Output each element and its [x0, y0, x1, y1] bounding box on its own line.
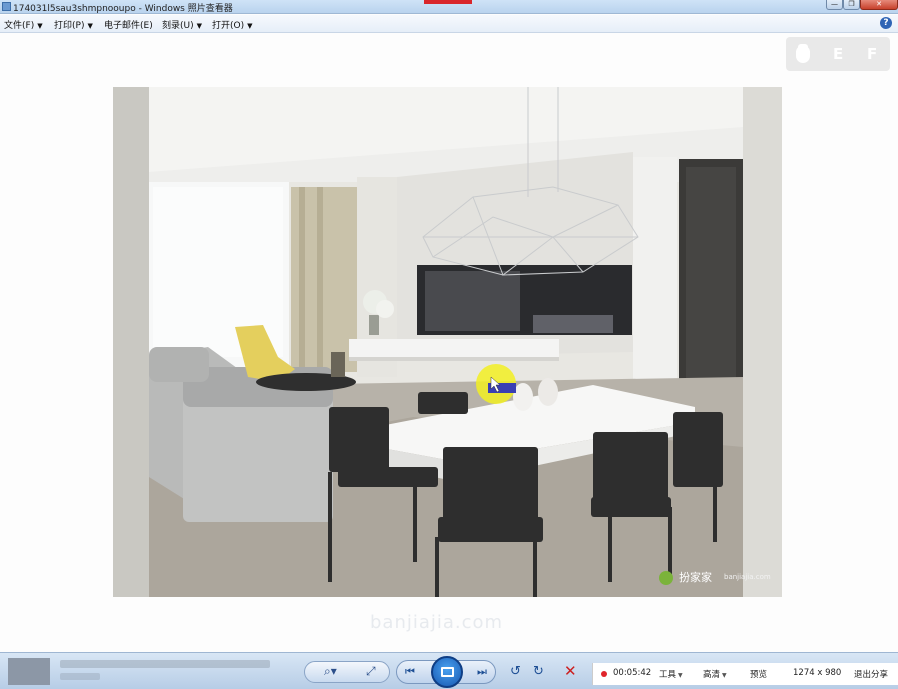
menu-bar: 文件(F) ▼ 打印(P) ▼ 电子邮件(E) 刻录(U) ▼ 打开(O) ▼ ?	[0, 15, 898, 33]
menu-email[interactable]: 电子邮件(E)	[104, 18, 153, 31]
slideshow-icon	[441, 667, 454, 677]
tools-menu-label: 工具	[659, 670, 677, 680]
title-bar: 174031l5sau3shmpnooupo - Windows 照片查看器 —…	[0, 0, 898, 14]
photo-image[interactable]: 扮家家 banjiajia.com	[113, 87, 782, 597]
keystroke-overlay: E F	[786, 37, 890, 71]
next-icon[interactable]: ⏭	[477, 665, 487, 679]
blurred-caption-2	[60, 673, 100, 680]
photo-logo-text: 扮家家	[679, 571, 712, 584]
watermark: banjiajia.com	[370, 612, 504, 633]
preview-button[interactable]: 预览	[750, 668, 767, 680]
screen-recorder-bar: 00:05:42 工具 ▼ 高清 ▼ 预览 1274 x 980 退出分享	[592, 663, 898, 685]
menu-open[interactable]: 打开(O) ▼	[212, 18, 253, 31]
menu-print-label: 打印(P)	[54, 21, 85, 31]
menu-email-label: 电子邮件(E)	[104, 21, 153, 31]
magnifier-icon[interactable]: ⌕▾	[324, 664, 337, 679]
photo-logo-url: banjiajia.com	[724, 573, 771, 581]
app-icon	[2, 2, 11, 11]
chevron-down-icon: ▼	[37, 22, 43, 30]
key-e: E	[833, 45, 844, 63]
photo-viewer-window: 174031l5sau3shmpnooupo - Windows 照片查看器 —…	[0, 0, 898, 689]
maximize-button[interactable]: ❐	[843, 0, 860, 10]
record-dot-icon	[601, 671, 607, 677]
chevron-down-icon: ▼	[87, 22, 93, 30]
help-icon[interactable]: ?	[880, 17, 892, 29]
menu-file[interactable]: 文件(F) ▼	[4, 18, 43, 31]
minimize-button[interactable]: —	[826, 0, 843, 10]
quality-menu[interactable]: 高清 ▼	[703, 668, 727, 680]
menu-print[interactable]: 打印(P) ▼	[54, 18, 93, 31]
blurred-caption	[60, 660, 270, 668]
chevron-down-icon: ▼	[196, 22, 203, 30]
taskbar-thumbnail[interactable]	[8, 658, 50, 685]
previous-icon[interactable]: ⏮	[405, 665, 415, 679]
menu-burn-label: 刻录(U)	[162, 21, 194, 31]
zoom-controls	[304, 661, 390, 683]
recording-indicator-strip	[424, 0, 472, 4]
quality-menu-label: 高清	[703, 670, 721, 680]
rotate-right-icon[interactable]: ↻	[533, 664, 544, 679]
mouse-icon	[796, 44, 810, 63]
resolution-readout: 1274 x 980	[793, 668, 842, 678]
chevron-down-icon: ▼	[678, 672, 683, 679]
delete-icon[interactable]: ✕	[564, 662, 577, 680]
chevron-down-icon: ▼	[722, 672, 727, 679]
bottom-toolbar: ⌕▾ ⤢ ⏮ ⏭ ↺ ↻ ✕ 00:05:42 工具 ▼ 高清 ▼ 预览 1274 …	[0, 652, 898, 689]
recording-time: 00:05:42	[613, 668, 652, 678]
menu-file-label: 文件(F)	[4, 21, 35, 31]
menu-open-label: 打开(O)	[212, 21, 245, 31]
chevron-down-icon: ▼	[247, 22, 253, 30]
close-button[interactable]: ✕	[860, 0, 898, 10]
menu-burn[interactable]: 刻录(U) ▼	[162, 18, 202, 31]
interior-photo	[113, 87, 782, 597]
key-f: F	[867, 45, 878, 63]
slideshow-button[interactable]	[431, 656, 463, 688]
fit-window-icon[interactable]: ⤢	[366, 664, 376, 679]
tools-menu[interactable]: 工具 ▼	[659, 668, 683, 680]
exit-share-button[interactable]: 退出分享	[854, 668, 888, 680]
window-title: 174031l5sau3shmpnooupo - Windows 照片查看器	[13, 4, 233, 14]
rotate-left-icon[interactable]: ↺	[510, 664, 521, 679]
